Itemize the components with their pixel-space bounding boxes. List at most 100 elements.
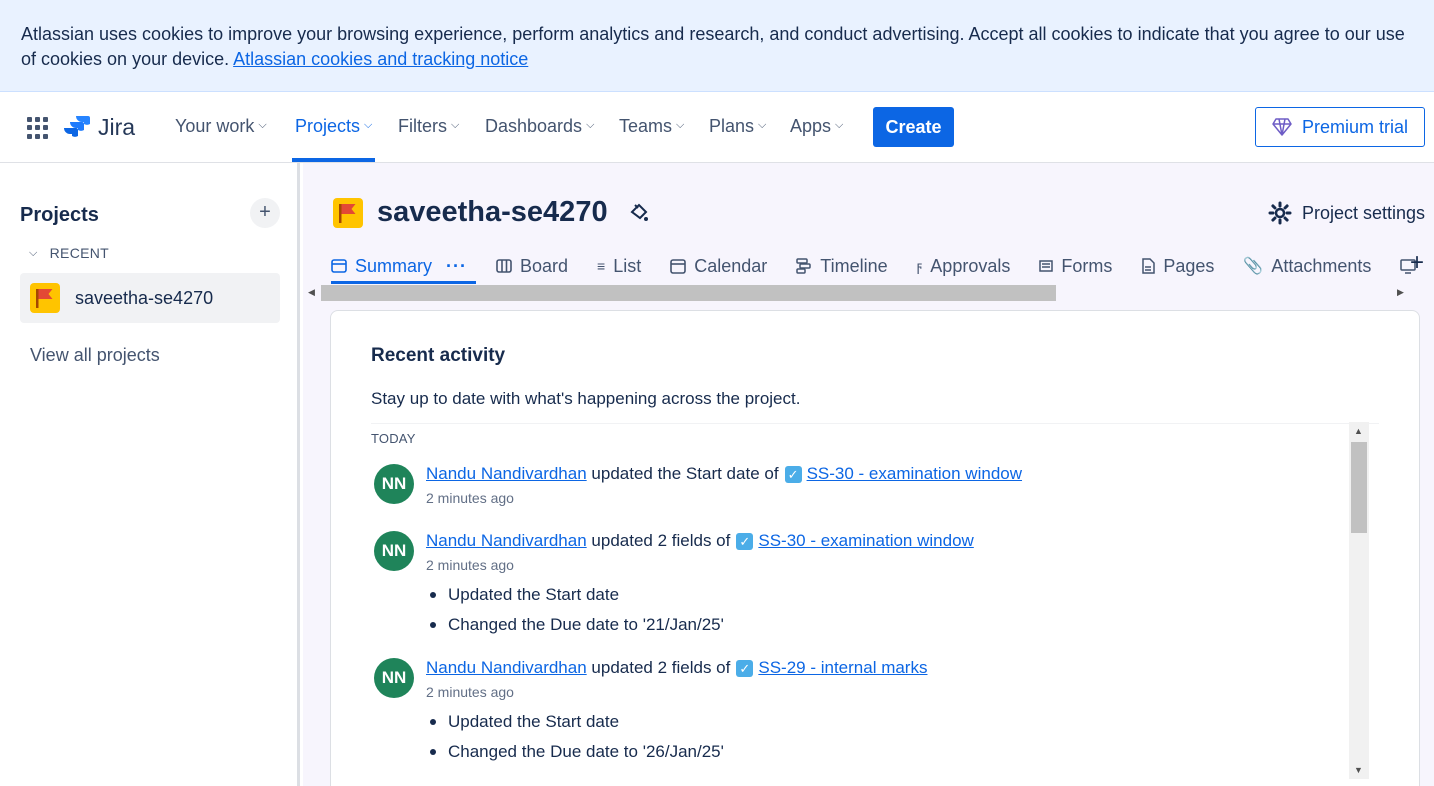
nav-label: Plans bbox=[709, 116, 755, 136]
list-icon: ≡ bbox=[597, 258, 606, 274]
tab-label: Calendar bbox=[694, 255, 768, 276]
timestamp: 2 minutes ago bbox=[426, 557, 514, 573]
nav-projects[interactable]: Projects ⌵ bbox=[295, 116, 372, 137]
top-navigation: Jira Your work ⌵ Projects ⌵ Filters ⌵ Dashb… bbox=[0, 92, 1434, 163]
attachment-icon: 📎 bbox=[1243, 258, 1264, 275]
user-link[interactable]: Nandu Nandivardhan bbox=[426, 531, 587, 551]
chevron-down-icon: ⌵ bbox=[676, 119, 685, 131]
view-all-projects-link[interactable]: View all projects bbox=[30, 345, 160, 366]
summary-icon bbox=[331, 259, 347, 273]
jira-logo[interactable]: Jira bbox=[64, 114, 135, 141]
sidebar: Projects + ⌵ RECENT saveetha-se4270 View… bbox=[0, 163, 300, 786]
scroll-left-icon[interactable]: ◀ bbox=[308, 287, 315, 298]
jira-logo-icon bbox=[64, 115, 90, 137]
activity-action: updated 2 fields of bbox=[591, 531, 731, 550]
project-avatar-icon bbox=[30, 283, 60, 313]
bullet-icon bbox=[430, 622, 436, 628]
logo-text: Jira bbox=[98, 114, 136, 140]
pages-icon bbox=[1142, 258, 1156, 274]
nav-apps[interactable]: Apps ⌵ bbox=[790, 116, 843, 137]
tab-approvals[interactable]: ϝ Approvals bbox=[917, 256, 1011, 277]
scrollbar-thumb[interactable] bbox=[321, 285, 1056, 301]
nav-filters[interactable]: Filters ⌵ bbox=[398, 116, 459, 137]
nav-label: Projects bbox=[295, 116, 361, 136]
tab-board[interactable]: Board bbox=[496, 256, 568, 277]
activity-line: Nandu Nandivardhan updated 2 fields of ✓ S… bbox=[426, 531, 974, 551]
issue-link[interactable]: SS-30 - examination window bbox=[758, 531, 973, 551]
gear-icon bbox=[1268, 201, 1292, 225]
avatar[interactable]: NN bbox=[374, 658, 414, 698]
scroll-up-icon[interactable]: ▲ bbox=[1354, 426, 1363, 436]
group-heading: TODAY bbox=[371, 431, 416, 446]
cookie-notice-link[interactable]: Atlassian cookies and tracking notice bbox=[233, 49, 528, 69]
tab-summary[interactable]: Summary ··· bbox=[331, 256, 467, 277]
vertical-scrollbar[interactable]: ▲ ▼ bbox=[1349, 422, 1369, 779]
recent-activity-card: Recent activity Stay up to date with wha… bbox=[330, 310, 1420, 786]
detail-item: Changed the Due date to '21/Jan/25' bbox=[426, 610, 724, 640]
tab-forms[interactable]: Forms bbox=[1039, 256, 1112, 277]
activity-feed: TODAY NN Nandu Nandivardhan updated the … bbox=[371, 423, 1379, 781]
chevron-down-icon: ⌵ bbox=[364, 119, 373, 131]
chevron-down-icon: ⌵ bbox=[29, 246, 38, 259]
detail-text: Updated the Start date bbox=[448, 585, 620, 604]
detail-text: Changed the Due date to '26/Jan/25' bbox=[448, 742, 724, 761]
scroll-down-icon[interactable]: ▼ bbox=[1354, 765, 1363, 775]
tab-label: Board bbox=[520, 255, 569, 276]
user-link[interactable]: Nandu Nandivardhan bbox=[426, 464, 587, 484]
scroll-right-icon[interactable]: ▶ bbox=[1397, 287, 1404, 298]
card-subtitle: Stay up to date with what's happening ac… bbox=[371, 389, 801, 408]
premium-trial-label: Premium trial bbox=[1301, 116, 1408, 137]
chevron-down-icon: ⌵ bbox=[258, 119, 267, 131]
add-tab-icon[interactable]: + bbox=[1410, 249, 1424, 277]
tab-attachments[interactable]: 📎 Attachments bbox=[1243, 256, 1371, 277]
avatar[interactable]: NN bbox=[374, 531, 414, 571]
nav-label: Filters bbox=[398, 116, 447, 136]
plus-icon[interactable]: + bbox=[250, 198, 280, 228]
main-content: saveetha-se4270 Project settings Summary… bbox=[303, 163, 1434, 786]
cookie-banner: Atlassian uses cookies to improve your b… bbox=[0, 0, 1434, 92]
issue-link[interactable]: SS-30 - examination window bbox=[807, 464, 1022, 484]
premium-trial-button[interactable]: Premium trial bbox=[1255, 107, 1425, 147]
project-settings-label: Project settings bbox=[1301, 202, 1425, 223]
sidebar-title: Projects bbox=[20, 204, 99, 226]
tab-list[interactable]: ≡ List bbox=[597, 256, 641, 277]
tab-pages[interactable]: Pages bbox=[1141, 256, 1214, 277]
scrollbar-thumb[interactable] bbox=[1351, 442, 1367, 533]
user-link[interactable]: Nandu Nandivardhan bbox=[426, 658, 587, 678]
tab-calendar[interactable]: Calendar bbox=[670, 256, 767, 277]
tab-timeline[interactable]: Timeline bbox=[796, 256, 888, 277]
activity-action: updated the Start date of bbox=[591, 464, 779, 483]
app-switcher-icon[interactable] bbox=[27, 117, 49, 139]
more-icon[interactable]: ··· bbox=[446, 256, 467, 277]
diamond-icon bbox=[1272, 118, 1292, 136]
horizontal-scrollbar[interactable]: ◀ ▶ bbox=[303, 284, 1414, 302]
tab-label: Summary bbox=[355, 255, 433, 276]
nav-plans[interactable]: Plans ⌵ bbox=[709, 116, 766, 137]
nav-your-work[interactable]: Your work ⌵ bbox=[175, 116, 267, 137]
paint-bucket-icon[interactable] bbox=[628, 202, 650, 224]
card-title: Recent activity bbox=[371, 345, 506, 366]
task-checkbox-icon: ✓ bbox=[784, 465, 802, 483]
nav-label: Apps bbox=[790, 116, 832, 136]
tab-label: Approvals bbox=[930, 255, 1011, 276]
tab-label: Pages bbox=[1163, 255, 1215, 276]
issue-link[interactable]: SS-29 - internal marks bbox=[758, 658, 927, 678]
nav-label: Your work bbox=[175, 116, 255, 136]
task-checkbox-icon: ✓ bbox=[736, 659, 754, 677]
timestamp: 2 minutes ago bbox=[426, 684, 514, 700]
activity-line: Nandu Nandivardhan updated the Start dat… bbox=[426, 464, 1022, 484]
recent-section-toggle[interactable]: ⌵ RECENT bbox=[29, 245, 109, 261]
sidebar-item-project[interactable]: saveetha-se4270 bbox=[20, 273, 280, 323]
recent-label: RECENT bbox=[49, 245, 109, 261]
project-title: saveetha-se4270 bbox=[377, 196, 608, 228]
bullet-icon bbox=[430, 719, 436, 725]
timestamp: 2 minutes ago bbox=[426, 490, 514, 506]
create-button[interactable]: Create bbox=[873, 107, 954, 147]
board-icon bbox=[496, 259, 512, 273]
nav-dashboards[interactable]: Dashboards ⌵ bbox=[485, 116, 594, 137]
bullet-icon bbox=[430, 592, 436, 598]
avatar[interactable]: NN bbox=[374, 464, 414, 504]
project-settings-button[interactable]: Project settings bbox=[1268, 201, 1425, 225]
tab-label: Forms bbox=[1061, 255, 1113, 276]
nav-teams[interactable]: Teams ⌵ bbox=[619, 116, 684, 137]
